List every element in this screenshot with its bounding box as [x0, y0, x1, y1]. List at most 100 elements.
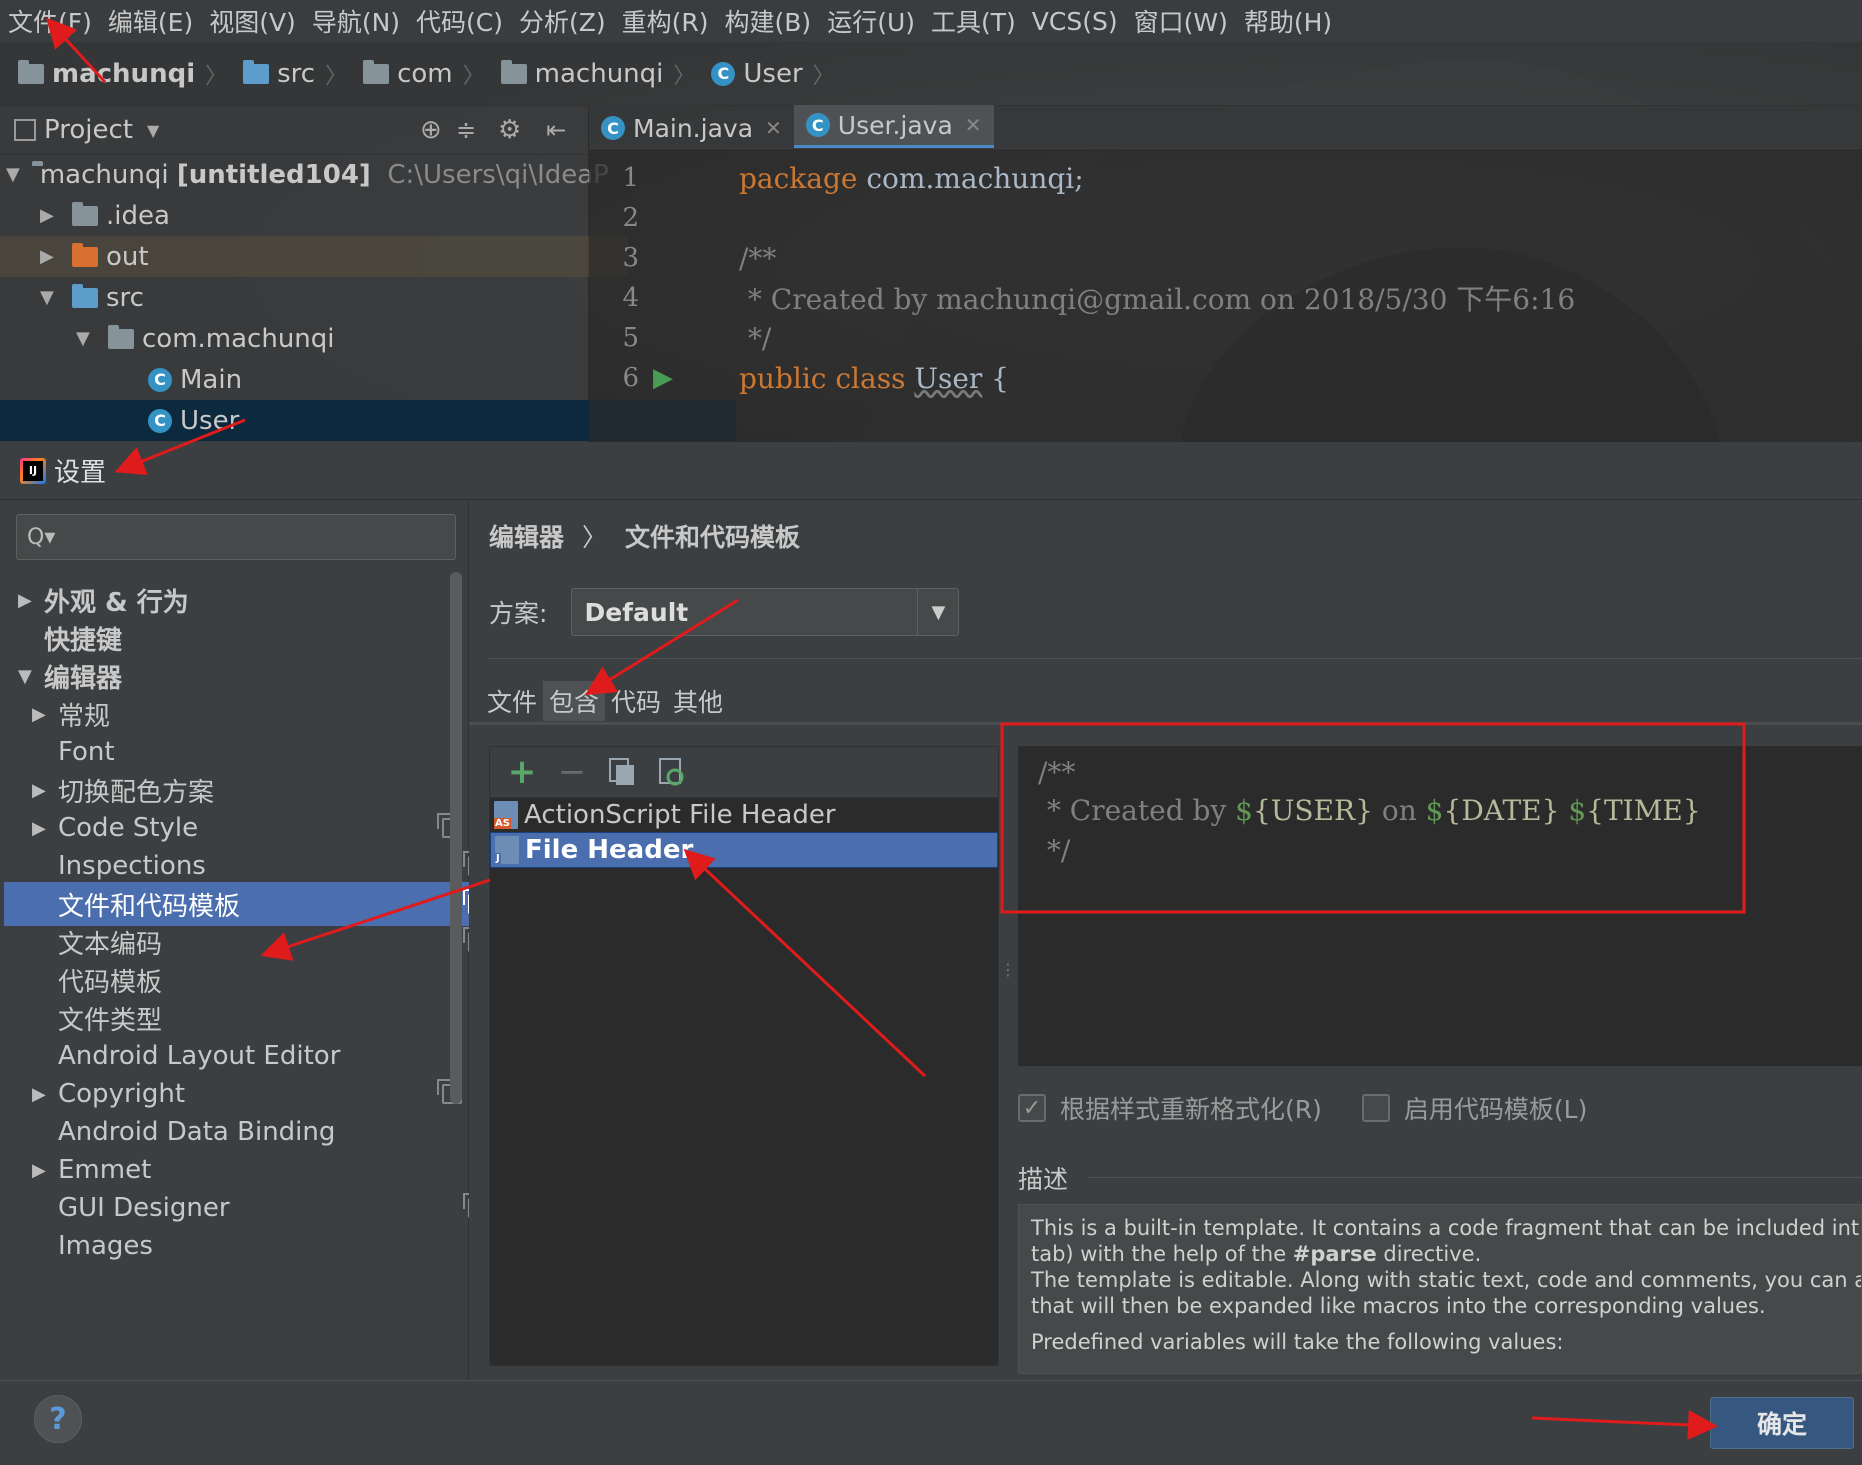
menu-view[interactable]: 视图(V) — [201, 3, 304, 39]
tree-item-idea[interactable]: ▶ .idea — [0, 195, 628, 236]
add-icon[interactable]: + — [502, 752, 542, 792]
tab-code[interactable]: 代码 — [605, 681, 667, 721]
menu-vcs[interactable]: VCS(S) — [1024, 7, 1126, 36]
template-list-panel: + − AS ActionScript File Header J File H… — [489, 746, 999, 1366]
reset-icon[interactable] — [652, 752, 692, 792]
description-text: This is a built-in template. It contains… — [1018, 1204, 1862, 1374]
menu-run[interactable]: 运行(U) — [819, 3, 923, 39]
breadcrumb-project[interactable]: machunqi 〉 — [18, 58, 235, 90]
nav-item-images[interactable]: Images — [4, 1224, 510, 1268]
project-view-selector[interactable]: Project — [44, 115, 133, 145]
project-folder-icon — [18, 59, 44, 84]
actionscript-file-icon: AS — [494, 801, 518, 829]
tree-item-package[interactable]: ▼ com.machunqi — [0, 318, 664, 359]
folder-icon — [243, 59, 270, 84]
chevron-down-icon[interactable]: ▼ — [147, 121, 159, 140]
live-templates-checkbox[interactable] — [1361, 1094, 1390, 1122]
template-item-file-header[interactable]: J File Header — [490, 832, 998, 868]
menu-window[interactable]: 窗口(W) — [1126, 3, 1236, 39]
menu-build[interactable]: 构建(B) — [717, 3, 820, 39]
close-icon[interactable]: ✕ — [965, 113, 982, 137]
scheme-label: 方案: — [489, 599, 548, 628]
code-editor: C Main.java ✕ C User.java ✕ 1 package co… — [589, 105, 1862, 442]
package-icon — [363, 59, 390, 84]
collapsed-arrow-icon: ▶ — [32, 817, 46, 839]
menu-help[interactable]: 帮助(H) — [1236, 3, 1340, 39]
settings-nav: Q▾ ▶ 外观 & 行为 快捷键 ▼ 编辑器 ▶ 常规 Font ▶ 切换配色方案 ▶ C… — [0, 500, 510, 1380]
editor-tabs: C Main.java ✕ C User.java ✕ — [589, 105, 1862, 149]
settings-search-input[interactable]: Q▾ — [16, 514, 456, 560]
expand-arrow-icon: ▼ — [18, 665, 32, 687]
menu-analyze[interactable]: 分析(Z) — [511, 3, 614, 39]
scheme-row: 方案: Default ▼ — [489, 588, 960, 636]
collapsed-arrow-icon: ▶ — [18, 589, 32, 611]
menu-tools[interactable]: 工具(T) — [923, 3, 1024, 39]
expand-arrow-icon: ▼ — [6, 164, 20, 185]
collapse-all-icon[interactable]: ≑ — [456, 116, 476, 144]
hide-panel-icon[interactable]: ⇤ — [546, 116, 566, 144]
project-view-icon — [14, 119, 36, 141]
collapsed-arrow-icon: ▶ — [40, 205, 54, 226]
settings-dialog: 设置 Q▾ ▶外观 & 行为 快捷键 ▼编辑器 ▶常规 Font ▶切换配色方案… — [0, 442, 1862, 1465]
dialog-title: 设置 — [54, 458, 107, 488]
menu-edit[interactable]: 编辑(E) — [100, 3, 201, 39]
close-icon[interactable]: ✕ — [765, 116, 782, 140]
collapsed-arrow-icon: ▶ — [32, 1083, 46, 1105]
tab-user-java[interactable]: C User.java ✕ — [793, 105, 994, 148]
breadcrumb-user[interactable]: C User 〉 — [711, 58, 842, 90]
copy-icon[interactable] — [602, 752, 642, 792]
package-icon — [500, 59, 527, 84]
menu-refactor[interactable]: 重构(R) — [614, 3, 717, 39]
java-file-icon: J — [495, 836, 519, 864]
menu-bar: 文件(F) 编辑(E) 视图(V) 导航(N) 代码(C) 分析(Z) 重构(R… — [0, 0, 1862, 42]
tab-main-java[interactable]: C Main.java ✕ — [589, 108, 794, 148]
remove-icon[interactable]: − — [552, 752, 592, 792]
class-icon: C — [711, 61, 736, 86]
template-tabs: 文件 包含 代码 其他 — [481, 680, 729, 722]
package-icon — [108, 324, 134, 349]
template-toolbar: + − — [490, 747, 998, 798]
menu-file[interactable]: 文件(F) — [0, 3, 100, 39]
settings-breadcrumb: 编辑器 〉 文件和代码模板 — [489, 523, 801, 552]
class-icon: C — [601, 116, 625, 140]
collapsed-arrow-icon: ▶ — [32, 779, 46, 801]
class-icon: C — [805, 113, 830, 137]
reformat-label: 根据样式重新格式化(R) — [1060, 1095, 1322, 1124]
scheme-select[interactable]: Default ▼ — [571, 588, 960, 636]
chevron-down-icon: ▼ — [917, 589, 958, 635]
tab-other[interactable]: 其他 — [667, 681, 729, 721]
options-row: ✓ 根据样式重新格式化(R) 启用代码模板(L) — [1018, 1090, 1587, 1126]
breadcrumb-src[interactable]: src 〉 — [243, 58, 355, 90]
nav-scrollbar[interactable] — [450, 572, 462, 1104]
menu-navigate[interactable]: 导航(N) — [304, 3, 408, 39]
reformat-checkbox[interactable]: ✓ — [1018, 1094, 1046, 1122]
gear-icon[interactable]: ⚙ — [498, 115, 521, 145]
template-item-actionscript[interactable]: AS ActionScript File Header — [490, 798, 998, 832]
tab-files[interactable]: 文件 — [481, 681, 543, 721]
menu-code[interactable]: 代码(C) — [408, 3, 511, 39]
help-button[interactable]: ? — [34, 1395, 82, 1443]
class-icon: C — [148, 408, 172, 433]
project-panel-header: Project ▼ ⊕ ≑ ⚙ ⇤ — [0, 106, 588, 155]
tree-item-project-root[interactable]: ▼ machunqi [untitled104] C:\Users\qi\Ide… — [0, 154, 609, 195]
tree-item-src[interactable]: ▼ src — [0, 277, 628, 318]
project-panel: Project ▼ ⊕ ≑ ⚙ ⇤ ▼ machunqi [untitled10… — [0, 106, 736, 442]
breadcrumb-com[interactable]: com 〉 — [363, 58, 493, 90]
splitter-handle[interactable]: ⋮ — [1000, 960, 1016, 1000]
collapsed-arrow-icon: ▶ — [32, 1159, 46, 1181]
template-editor[interactable]: /** * Created by ${USER} on ${DATE} ${TI… — [1018, 746, 1862, 1066]
run-gutter-icon[interactable]: ▶ — [653, 363, 673, 393]
divider — [469, 722, 1862, 725]
expand-arrow-icon: ▼ — [40, 287, 54, 308]
source-folder-icon — [72, 283, 98, 308]
tab-includes[interactable]: 包含 — [543, 681, 606, 721]
tree-item-out[interactable]: ▶ out — [0, 236, 628, 277]
live-templates-label: 启用代码模板(L) — [1403, 1095, 1588, 1124]
ok-button[interactable]: 确定 — [1710, 1397, 1854, 1449]
code-line[interactable]: 6 ▶ public class User { — [589, 354, 1009, 402]
breadcrumb-machunqi[interactable]: machunqi 〉 — [500, 58, 704, 90]
locate-icon[interactable]: ⊕ — [420, 115, 442, 145]
dialog-title-bar: 设置 — [0, 442, 1862, 500]
intellij-logo-icon — [20, 457, 46, 484]
dialog-footer: ? 确定 — [0, 1380, 1862, 1465]
